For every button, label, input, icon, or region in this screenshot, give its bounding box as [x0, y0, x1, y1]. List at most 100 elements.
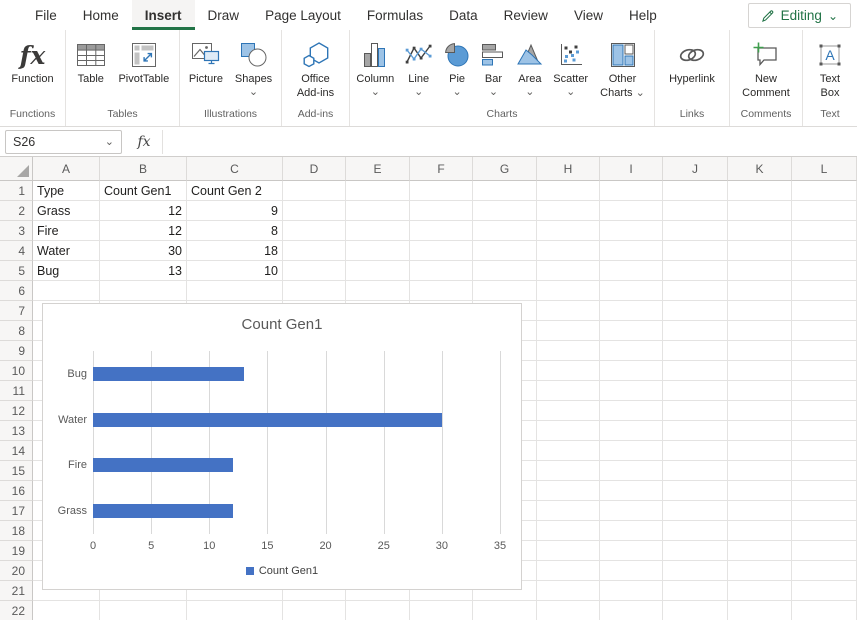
chevron-down-icon[interactable]: ⌄ [525, 89, 534, 96]
cell-E1[interactable] [346, 181, 410, 201]
column-header-J[interactable]: J [663, 157, 728, 181]
cell-L1[interactable] [792, 181, 857, 201]
formula-input[interactable] [162, 130, 857, 154]
cell-J12[interactable] [663, 401, 728, 421]
row-header-14[interactable]: 14 [0, 441, 33, 461]
cell-E6[interactable] [346, 281, 410, 301]
cell-B4[interactable]: 30 [100, 241, 187, 261]
cell-H14[interactable] [537, 441, 600, 461]
cell-F2[interactable] [410, 201, 473, 221]
cell-J4[interactable] [663, 241, 728, 261]
cell-J8[interactable] [663, 321, 728, 341]
cell-I18[interactable] [600, 521, 663, 541]
cell-J5[interactable] [663, 261, 728, 281]
cell-I22[interactable] [600, 601, 663, 620]
bar-chart-button[interactable]: Bar ⌄ [477, 37, 509, 96]
cell-L9[interactable] [792, 341, 857, 361]
cell-K10[interactable] [728, 361, 792, 381]
cell-I11[interactable] [600, 381, 663, 401]
cell-C22[interactable] [187, 601, 283, 620]
cell-E22[interactable] [346, 601, 410, 620]
cell-A3[interactable]: Fire [33, 221, 100, 241]
cell-J10[interactable] [663, 361, 728, 381]
cell-K17[interactable] [728, 501, 792, 521]
area-chart-button[interactable]: Area ⌄ [513, 37, 547, 96]
cell-H9[interactable] [537, 341, 600, 361]
cell-B1[interactable]: Count Gen1 [100, 181, 187, 201]
row-header-6[interactable]: 6 [0, 281, 33, 301]
cell-K3[interactable] [728, 221, 792, 241]
tab-home[interactable]: Home [70, 0, 132, 30]
chevron-down-icon[interactable]: ⌄ [636, 87, 645, 99]
cell-I4[interactable] [600, 241, 663, 261]
cell-F22[interactable] [410, 601, 473, 620]
cell-G5[interactable] [473, 261, 537, 281]
row-header-10[interactable]: 10 [0, 361, 33, 381]
cell-H13[interactable] [537, 421, 600, 441]
cell-J22[interactable] [663, 601, 728, 620]
cell-A4[interactable]: Water [33, 241, 100, 261]
cell-I2[interactable] [600, 201, 663, 221]
cell-J18[interactable] [663, 521, 728, 541]
cell-L14[interactable] [792, 441, 857, 461]
select-all-corner[interactable] [0, 157, 33, 181]
tab-review[interactable]: Review [491, 0, 561, 30]
other-charts-button[interactable]: Other Charts ⌄ [595, 37, 651, 101]
cell-I19[interactable] [600, 541, 663, 561]
cell-L3[interactable] [792, 221, 857, 241]
cell-K13[interactable] [728, 421, 792, 441]
cell-J7[interactable] [663, 301, 728, 321]
cell-C2[interactable]: 9 [187, 201, 283, 221]
cell-D2[interactable] [283, 201, 346, 221]
row-header-12[interactable]: 12 [0, 401, 33, 421]
line-chart-button[interactable]: Line ⌄ [401, 37, 437, 96]
cell-L11[interactable] [792, 381, 857, 401]
cell-L13[interactable] [792, 421, 857, 441]
row-header-19[interactable]: 19 [0, 541, 33, 561]
chevron-down-icon[interactable]: ⌄ [105, 138, 114, 146]
cell-G4[interactable] [473, 241, 537, 261]
cell-H8[interactable] [537, 321, 600, 341]
row-header-15[interactable]: 15 [0, 461, 33, 481]
tab-data[interactable]: Data [436, 0, 491, 30]
chevron-down-icon[interactable]: ⌄ [371, 89, 380, 96]
cell-I20[interactable] [600, 561, 663, 581]
cell-I10[interactable] [600, 361, 663, 381]
cell-I1[interactable] [600, 181, 663, 201]
cell-K7[interactable] [728, 301, 792, 321]
cell-K6[interactable] [728, 281, 792, 301]
cell-H10[interactable] [537, 361, 600, 381]
row-header-8[interactable]: 8 [0, 321, 33, 341]
cell-D4[interactable] [283, 241, 346, 261]
cell-I15[interactable] [600, 461, 663, 481]
cell-I8[interactable] [600, 321, 663, 341]
row-header-9[interactable]: 9 [0, 341, 33, 361]
cell-L8[interactable] [792, 321, 857, 341]
row-header-1[interactable]: 1 [0, 181, 33, 201]
column-chart-button[interactable]: Column ⌄ [353, 37, 397, 96]
column-header-C[interactable]: C [187, 157, 283, 181]
cell-B6[interactable] [100, 281, 187, 301]
cell-L19[interactable] [792, 541, 857, 561]
cell-L21[interactable] [792, 581, 857, 601]
cell-H2[interactable] [537, 201, 600, 221]
office-addins-button[interactable]: Office Add-ins [286, 37, 346, 101]
embedded-bar-chart[interactable]: Count Gen1 05101520253035BugWaterFireGra… [42, 303, 522, 590]
cell-L4[interactable] [792, 241, 857, 261]
cell-K5[interactable] [728, 261, 792, 281]
cell-G2[interactable] [473, 201, 537, 221]
row-header-21[interactable]: 21 [0, 581, 33, 601]
row-header-16[interactable]: 16 [0, 481, 33, 501]
hyperlink-button[interactable]: Hyperlink [666, 37, 718, 87]
tab-file[interactable]: File [22, 0, 70, 30]
row-header-11[interactable]: 11 [0, 381, 33, 401]
cell-J3[interactable] [663, 221, 728, 241]
cell-K19[interactable] [728, 541, 792, 561]
cell-D22[interactable] [283, 601, 346, 620]
cell-L2[interactable] [792, 201, 857, 221]
cell-D5[interactable] [283, 261, 346, 281]
cell-L20[interactable] [792, 561, 857, 581]
tab-page-layout[interactable]: Page Layout [252, 0, 354, 30]
cell-G6[interactable] [473, 281, 537, 301]
cell-J6[interactable] [663, 281, 728, 301]
